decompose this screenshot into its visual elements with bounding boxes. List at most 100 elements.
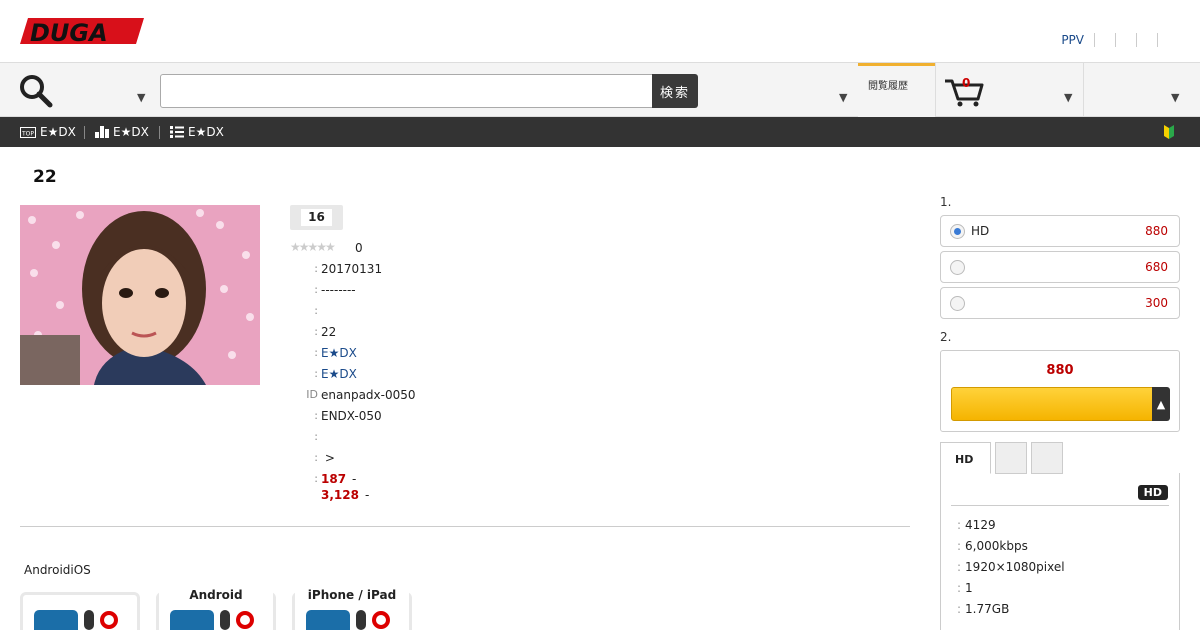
device-name: iPhone / iPad: [295, 588, 409, 602]
spec-row: :1920×1080pixel: [957, 560, 1065, 574]
ok-circle-icon: [236, 611, 254, 629]
release-date: 20170131: [321, 262, 383, 276]
option-3[interactable]: 300: [940, 287, 1180, 319]
cart-count: 0: [962, 76, 971, 90]
account-dropdown-icon[interactable]: ▼: [1171, 91, 1179, 104]
product-id: enanpadx-0050: [321, 388, 416, 402]
radio[interactable]: [950, 296, 965, 311]
info-row: :20170131: [290, 262, 590, 283]
nav-ranking[interactable]: E★DX: [95, 117, 149, 147]
category-link[interactable]: >: [321, 451, 335, 465]
info-row: : --------: [290, 283, 590, 304]
label-link[interactable]: E★DX: [321, 346, 357, 360]
info-label: :: [314, 304, 318, 317]
info-label: :: [314, 346, 318, 359]
top-link-2[interactable]: [1094, 33, 1115, 47]
ok-circle-icon: [100, 611, 118, 629]
info-label: :: [314, 430, 318, 443]
duga-logo[interactable]: DUGA: [20, 16, 144, 46]
top-link-3[interactable]: [1115, 33, 1136, 47]
spec-panel: HD :4129 :6,000kbps :1920×1080pixel :1 :…: [940, 473, 1180, 630]
radio-selected[interactable]: [950, 224, 965, 239]
spec-label: :: [957, 602, 962, 616]
nav-top[interactable]: TOP E★DX: [20, 117, 76, 147]
label-nav: TOP E★DX E★DX E★DX: [0, 117, 1200, 147]
spec-value: 6,000kbps: [965, 539, 1028, 553]
ranking-value: 3,128: [321, 488, 359, 502]
info-label: :: [314, 451, 318, 464]
spec-label: :: [957, 539, 962, 553]
info-label: :: [314, 283, 318, 296]
rating-stars[interactable]: ★★★★★: [290, 240, 336, 254]
search-icon[interactable]: [18, 73, 54, 109]
info-label: :: [314, 325, 318, 338]
ppv-link[interactable]: PPV: [1061, 33, 1094, 47]
history-tab[interactable]: 閲覧履歴: [858, 63, 935, 117]
spec-value: 1920×1080pixel: [965, 560, 1065, 574]
spec-label: :: [957, 581, 962, 595]
device-android: Android: [156, 588, 276, 630]
tab-2[interactable]: [995, 442, 1027, 474]
info-row: :22: [290, 325, 590, 346]
cart-dropdown-icon[interactable]: ▼: [1064, 91, 1072, 104]
beginner-mark-icon[interactable]: [1164, 125, 1174, 139]
nav-divider: [84, 126, 85, 139]
info-row: : >: [290, 451, 590, 472]
info-label: :: [314, 367, 318, 380]
nav-top-label: E★DX: [40, 125, 76, 139]
option-price: 680: [1145, 260, 1168, 274]
tab-hd[interactable]: HD: [940, 442, 991, 474]
option-2[interactable]: 680: [940, 251, 1180, 283]
option-price: 300: [1145, 296, 1168, 310]
svg-text:DUGA: DUGA: [30, 19, 108, 46]
spec-value: 1.77GB: [965, 602, 1010, 616]
apple-icon: [306, 610, 350, 630]
top-link-4[interactable]: [1136, 33, 1157, 47]
top-links: PPV: [1061, 33, 1178, 47]
product-image[interactable]: [20, 205, 260, 385]
info-row: ID enanpadx-0050: [290, 388, 590, 409]
spec-label: :: [957, 560, 962, 574]
spec-value: 1: [965, 581, 973, 595]
device-pc: [20, 592, 140, 630]
maker-code: ENDX-050: [321, 409, 382, 423]
search-input[interactable]: [160, 74, 654, 108]
info-row: : E★DX: [290, 346, 590, 367]
radio[interactable]: [950, 260, 965, 275]
divider: [1083, 63, 1084, 117]
ranking-suffix: -: [365, 488, 370, 502]
divider: [935, 63, 936, 117]
info-row: : E★DX: [290, 367, 590, 388]
site-header: DUGA PPV: [0, 0, 1200, 63]
spec-tabs: HD: [940, 442, 1180, 474]
category-dropdown-icon[interactable]: ▼: [137, 91, 145, 104]
info-row: : ENDX-050: [290, 409, 590, 430]
pill-icon: [220, 610, 230, 630]
buy-button[interactable]: [951, 387, 1153, 421]
series-link[interactable]: E★DX: [321, 367, 357, 381]
info-value: 22: [321, 325, 337, 339]
tab-3[interactable]: [1031, 442, 1063, 474]
pill-icon: [84, 610, 94, 630]
top-link-5[interactable]: [1157, 33, 1178, 47]
buy-options-button[interactable]: ▲: [1152, 387, 1170, 421]
divider: [20, 526, 910, 527]
ranking-value: 187: [321, 472, 347, 486]
option-price: 880: [1145, 224, 1168, 238]
nav-list[interactable]: E★DX: [170, 117, 224, 147]
menu-dropdown-icon[interactable]: ▼: [839, 91, 847, 104]
info-row: :: [290, 304, 590, 325]
ok-circle-icon: [372, 611, 390, 629]
info-label: ID: [306, 388, 318, 401]
purchase-box: 880 ▲: [940, 350, 1180, 432]
option-hd[interactable]: HD 880: [940, 215, 1180, 247]
ranking-row: 3,128-: [290, 488, 590, 509]
nav-list-label: E★DX: [188, 125, 224, 139]
divider: [951, 505, 1169, 506]
pc-icon: [34, 610, 78, 630]
device-ios: iPhone / iPad: [292, 588, 412, 630]
devices-title: AndroidiOS: [24, 563, 91, 577]
search-button[interactable]: 検索: [652, 74, 698, 108]
search-bar: ▼ 検索 ▼ 閲覧履歴 0 ▼ ▼: [0, 63, 1200, 117]
selected-price: 880: [1046, 363, 1074, 378]
